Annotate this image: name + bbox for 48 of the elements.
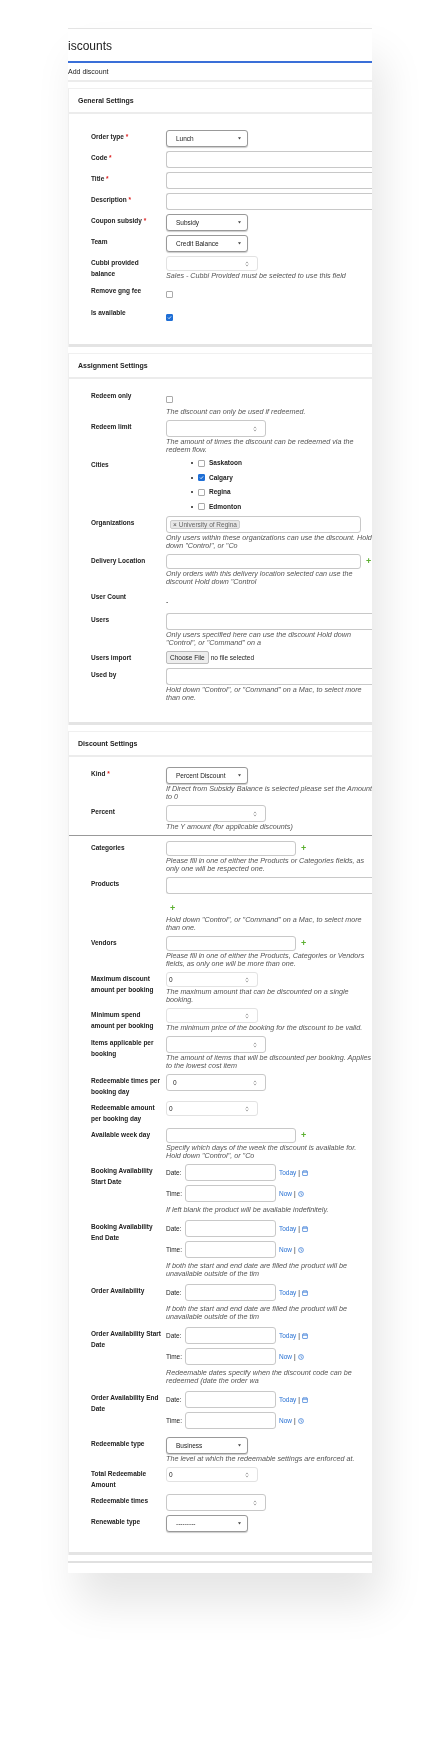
checkbox[interactable] [166, 291, 173, 298]
time-field[interactable] [185, 1348, 276, 1365]
text-field[interactable] [166, 193, 372, 210]
time-field[interactable] [185, 1412, 276, 1429]
calendar-icon[interactable] [302, 1396, 309, 1403]
text-field[interactable] [166, 613, 372, 630]
caret-icon [238, 137, 241, 140]
text-field[interactable] [166, 151, 372, 168]
caret-icon [238, 242, 241, 245]
calendar-icon[interactable] [302, 1289, 309, 1296]
checkbox[interactable] [198, 503, 205, 511]
select-field[interactable] [166, 936, 296, 951]
caret-icon [238, 1444, 241, 1447]
number-field[interactable] [166, 805, 266, 822]
checkbox[interactable] [198, 459, 205, 467]
select-field[interactable] [166, 1128, 296, 1143]
checkbox[interactable] [166, 396, 173, 403]
calendar-icon[interactable] [302, 1169, 309, 1176]
clock-icon[interactable] [297, 1353, 304, 1360]
calendar-icon[interactable] [302, 1225, 309, 1232]
clock-icon[interactable] [297, 1417, 304, 1424]
caret-icon [238, 221, 241, 224]
date-field[interactable] [185, 1164, 276, 1181]
text-field[interactable] [166, 172, 372, 189]
date-field[interactable] [185, 1284, 276, 1301]
date-field[interactable] [185, 1220, 276, 1237]
number-field[interactable] [166, 1494, 266, 1511]
date-field[interactable] [185, 1327, 276, 1344]
select-field[interactable] [166, 841, 296, 856]
number-field[interactable] [166, 420, 266, 437]
calendar-icon[interactable] [302, 1332, 309, 1339]
clock-icon[interactable] [297, 1246, 304, 1253]
clock-icon[interactable] [297, 1190, 304, 1197]
caret-icon [238, 774, 241, 777]
time-field[interactable] [185, 1241, 276, 1258]
text-field[interactable] [166, 877, 372, 894]
select-field[interactable] [166, 554, 361, 569]
number-field[interactable] [166, 256, 258, 271]
checkbox[interactable] [198, 488, 205, 496]
date-field[interactable] [185, 1391, 276, 1408]
text-field[interactable] [166, 668, 372, 685]
caret-icon [238, 1522, 241, 1525]
number-field[interactable] [166, 1008, 258, 1023]
checkbox[interactable] [166, 314, 173, 321]
number-field[interactable] [166, 1036, 266, 1053]
time-field[interactable] [185, 1185, 276, 1202]
page-title: iscounts [68, 39, 114, 53]
checkbox[interactable] [198, 474, 205, 482]
